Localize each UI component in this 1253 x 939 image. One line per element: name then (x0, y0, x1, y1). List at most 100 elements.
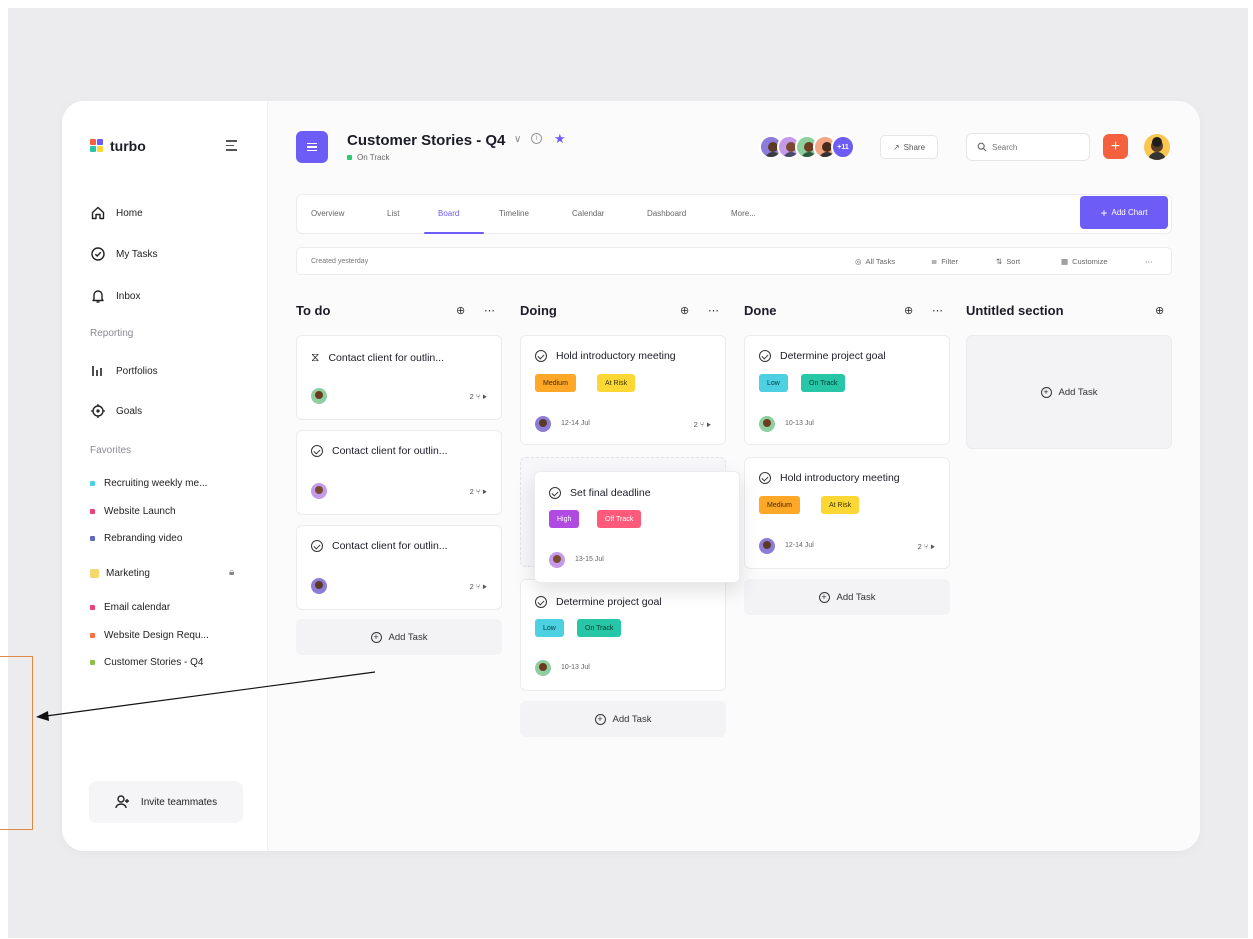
play-icon: ▶ (482, 487, 488, 496)
sidebar-item-label: My Tasks (116, 248, 158, 260)
check-circle-icon[interactable] (311, 445, 323, 457)
tab-board[interactable]: Board (438, 209, 459, 218)
task-card[interactable]: ⧖ Contact client for outlin... 2 ⑂ ▶ (296, 335, 502, 420)
due-date: 13-15 Jul (575, 556, 604, 563)
all-tasks-button[interactable]: ◎ All Tasks (855, 257, 895, 266)
more-options-icon[interactable]: ⋯ (1145, 257, 1153, 266)
more-options-icon[interactable]: ⋯ (708, 304, 719, 317)
task-card[interactable]: Hold introductory meeting Medium At Risk… (520, 335, 726, 445)
due-date: 10-13 Jul (785, 420, 814, 427)
search-box[interactable] (966, 133, 1090, 161)
create-button[interactable]: + (1103, 134, 1128, 159)
turbo-logo-icon (90, 139, 104, 153)
add-circle-icon[interactable]: ⊕ (1155, 304, 1164, 317)
add-task-label: Add Task (388, 631, 428, 643)
priority-tag: High (549, 510, 580, 528)
lock-icon: 🔒︎ (229, 567, 235, 578)
star-icon[interactable]: ★ (554, 131, 566, 147)
task-card[interactable]: Contact client for outlin... 2 ⑂ ▶ (296, 430, 502, 515)
folder-child-item[interactable]: Customer Stories - Q4 (90, 657, 203, 668)
folder-child-item[interactable]: Email calendar (90, 602, 170, 613)
task-title: Contact client for outlin... (328, 351, 444, 364)
share-button[interactable]: ↗ Share (880, 135, 938, 159)
tab-list[interactable]: List (387, 209, 399, 218)
invite-teammates-button[interactable]: Invite teammates (89, 781, 243, 823)
add-circle-icon[interactable]: ⊕ (456, 304, 465, 317)
sidebar-item-goals[interactable]: Goals (90, 403, 142, 419)
info-icon[interactable]: i (531, 133, 542, 144)
check-circle-icon[interactable] (535, 350, 547, 362)
column-title-todo: To do (296, 303, 331, 318)
sidebar-item-home[interactable]: Home (90, 205, 143, 221)
add-task-label: Add Task (1058, 386, 1098, 398)
sidebar-item-my-tasks[interactable]: My Tasks (90, 246, 158, 262)
sidebar-item-label: Home (116, 207, 143, 219)
subtask-count-value: 2 (917, 542, 922, 551)
add-circle-icon[interactable]: ⊕ (680, 304, 689, 317)
tab-more[interactable]: More... (731, 209, 756, 218)
task-title-row: Determine project goal (759, 350, 886, 362)
dragged-task-card[interactable]: Set final deadline High Off Track 13-15 … (534, 471, 740, 583)
task-title: Hold introductory meeting (780, 472, 900, 484)
add-user-icon (115, 795, 129, 809)
assignee-avatar (311, 578, 327, 594)
search-input[interactable] (992, 142, 1072, 152)
section-label-reporting: Reporting (90, 328, 134, 339)
subtask-count-value: 2 (693, 420, 698, 429)
brand[interactable]: turbo (90, 138, 146, 154)
more-options-icon[interactable]: ⋯ (932, 304, 943, 317)
folder-child-item[interactable]: Website Design Requ... (90, 630, 209, 641)
tab-timeline[interactable]: Timeline (499, 209, 529, 218)
favorite-item[interactable]: Recruiting weekly me... (90, 478, 207, 489)
sidebar-item-portfolios[interactable]: Portfolios (90, 363, 158, 379)
check-circle-icon[interactable] (535, 596, 547, 608)
add-task-button[interactable]: + Add Task (966, 335, 1172, 449)
check-circle-icon[interactable] (759, 350, 771, 362)
grid-icon: ▦ (1061, 257, 1069, 266)
tab-dashboard[interactable]: Dashboard (647, 209, 686, 218)
subtask-count: 2 ⑂ ▶ (470, 582, 487, 591)
filter-button[interactable]: ≣ Filter (931, 257, 958, 266)
add-task-button[interactable]: + Add Task (296, 619, 502, 655)
favorite-item[interactable]: Rebranding video (90, 533, 182, 544)
play-icon: ▶ (482, 392, 488, 401)
sort-label: Sort (1006, 257, 1021, 266)
add-circle-icon: + (370, 631, 382, 643)
task-card[interactable]: Contact client for outlin... 2 ⑂ ▶ (296, 525, 502, 610)
add-circle-icon[interactable]: ⊕ (904, 304, 913, 317)
tab-calendar[interactable]: Calendar (572, 209, 604, 218)
check-circle-icon[interactable] (549, 487, 561, 499)
project-icon[interactable] (296, 131, 328, 163)
color-dot-icon (90, 633, 95, 638)
search-icon (977, 142, 987, 152)
add-task-button[interactable]: + Add Task (520, 701, 726, 737)
task-card[interactable]: Determine project goal Low On Track 10-1… (520, 579, 726, 691)
add-task-button[interactable]: + Add Task (744, 579, 950, 615)
task-card[interactable]: Determine project goal Low On Track 10-1… (744, 335, 950, 445)
tab-overview[interactable]: Overview (311, 209, 344, 218)
play-icon: ▶ (482, 582, 488, 591)
subtask-icon: ⑂ (475, 582, 481, 591)
status-tag: On Track (577, 619, 622, 637)
chevron-down-icon[interactable]: ∨ (514, 134, 521, 145)
menu-icon[interactable] (226, 140, 237, 154)
folder-item-marketing[interactable]: Marketing 🔒︎ (90, 567, 250, 579)
check-circle-icon[interactable] (311, 540, 323, 552)
more-options-icon[interactable]: ⋯ (484, 304, 495, 317)
section-label-favorites: Favorites (90, 445, 132, 456)
sidebar-item-label: Inbox (116, 290, 141, 302)
check-circle-icon[interactable] (759, 472, 771, 484)
favorite-item[interactable]: Website Launch (90, 506, 176, 517)
member-avatars[interactable]: +11 (759, 135, 855, 159)
subtask-count-value: 2 (469, 392, 474, 401)
customize-button[interactable]: ▦ Customize (1061, 257, 1108, 266)
home-icon (91, 206, 105, 220)
task-card[interactable]: Hold introductory meeting Medium At Risk… (744, 457, 950, 569)
sidebar-item-inbox[interactable]: Inbox (90, 288, 140, 304)
task-title-row: Determine project goal (535, 596, 662, 608)
add-chart-button[interactable]: + Add Chart (1080, 196, 1168, 229)
column-title-done: Done (744, 303, 777, 318)
sort-button[interactable]: ⇅ Sort (996, 257, 1020, 266)
user-avatar[interactable] (1144, 134, 1170, 160)
subtask-count-value: 2 (469, 487, 474, 496)
